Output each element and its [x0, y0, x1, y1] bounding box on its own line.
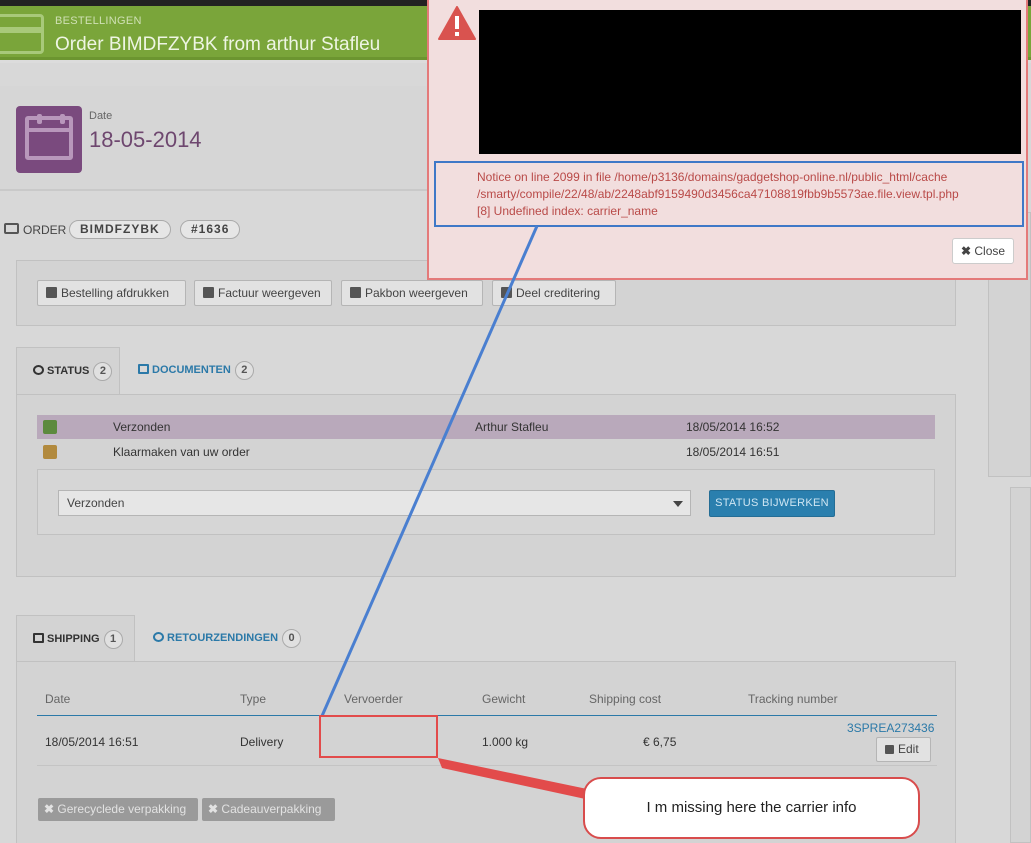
file-icon — [203, 287, 214, 298]
update-status-button[interactable]: STATUS BIJWERKEN — [709, 490, 835, 517]
header-divider — [37, 715, 937, 716]
credit-card-icon — [4, 223, 19, 234]
close-icon: ✖ — [960, 244, 972, 258]
chevron-down-icon — [673, 501, 683, 507]
tab-shipping[interactable]: SHIPPING 1 — [16, 615, 135, 662]
view-invoice-button[interactable]: Factuur weergeven — [194, 280, 332, 306]
order-reference-badge: BIMDFZYBK — [69, 220, 171, 239]
tab-status[interactable]: STATUS 2 — [16, 347, 120, 395]
shipping-date: 18/05/2014 16:51 — [45, 735, 139, 749]
warning-icon — [438, 6, 476, 40]
shipping-weight: 1.000 kg — [482, 735, 529, 749]
redacted-area — [479, 10, 1021, 154]
print-order-button[interactable]: Bestelling afdrukken — [37, 280, 186, 306]
date-label: Date — [89, 110, 113, 122]
truck-icon — [43, 420, 57, 434]
column-header-carrier: Vervoerder — [344, 692, 403, 706]
annotation-callout: I m missing here the carrier info — [583, 777, 920, 839]
status-panel: Verzonden Arthur Stafleu 18/05/2014 16:5… — [16, 394, 956, 577]
order-label: ORDER — [23, 223, 67, 237]
row-divider — [37, 765, 937, 766]
close-button[interactable]: ✖ Close — [952, 238, 1014, 264]
tab-documents[interactable]: DOCUMENTEN 2 — [122, 347, 262, 395]
error-notice: Notice on line 2099 in file /home/p3136/… — [477, 170, 959, 218]
tab-returns[interactable]: RETOURZENDINGEN 0 — [137, 615, 307, 663]
page-title: Order BIMDFZYBK from arthur Stafleu — [55, 34, 381, 55]
table-row: Klaarmaken van uw order 18/05/2014 16:51 — [37, 440, 935, 464]
right-sidebar-panel-2 — [1010, 487, 1031, 843]
status-select[interactable]: Verzonden — [58, 490, 691, 516]
clock-icon — [33, 365, 44, 375]
order-number-badge: #1636 — [180, 220, 241, 239]
gift-wrapping-tag: ✖ Cadeauverpakking — [202, 798, 335, 821]
view-packing-slip-button[interactable]: Pakbon weergeven — [341, 280, 483, 306]
status-form: Verzonden STATUS BIJWERKEN — [37, 469, 935, 535]
calendar-icon — [16, 106, 82, 173]
shipping-cost: € 6,75 — [643, 735, 677, 749]
table-row: Verzonden Arthur Stafleu 18/05/2014 16:5… — [37, 415, 935, 439]
column-header-tracking: Tracking number — [748, 692, 838, 706]
truck-icon — [33, 633, 44, 643]
date-value: 18-05-2014 — [89, 127, 202, 152]
pencil-icon — [885, 745, 894, 754]
printer-icon — [46, 287, 57, 298]
edit-shipping-button[interactable]: Edit — [876, 737, 931, 762]
file-icon — [138, 364, 149, 374]
shipping-type: Delivery — [240, 735, 284, 749]
column-header-shipping-cost: Shipping cost — [589, 692, 662, 706]
column-header-weight: Gewicht — [482, 692, 526, 706]
recycled-packaging-tag: ✖ Gerecyclede verpakking — [38, 798, 198, 821]
close-icon: ✖ — [44, 802, 55, 816]
missing-carrier-highlight — [319, 715, 438, 758]
close-icon: ✖ — [208, 802, 219, 816]
tracking-number-link[interactable]: 3SPREA273436 — [847, 721, 934, 735]
column-header-date: Date — [45, 692, 71, 706]
breadcrumb[interactable]: BESTELLINGEN — [55, 15, 142, 27]
partial-refund-button[interactable]: Deel creditering — [492, 280, 616, 306]
package-icon — [43, 445, 57, 459]
truck-icon — [350, 287, 361, 298]
undo-icon — [153, 632, 164, 642]
exchange-icon — [501, 287, 512, 298]
credit-card-icon — [0, 14, 44, 54]
column-header-type: Type — [240, 692, 267, 706]
error-modal: Notice on line 2099 in file /home/p3136/… — [427, 0, 1028, 280]
